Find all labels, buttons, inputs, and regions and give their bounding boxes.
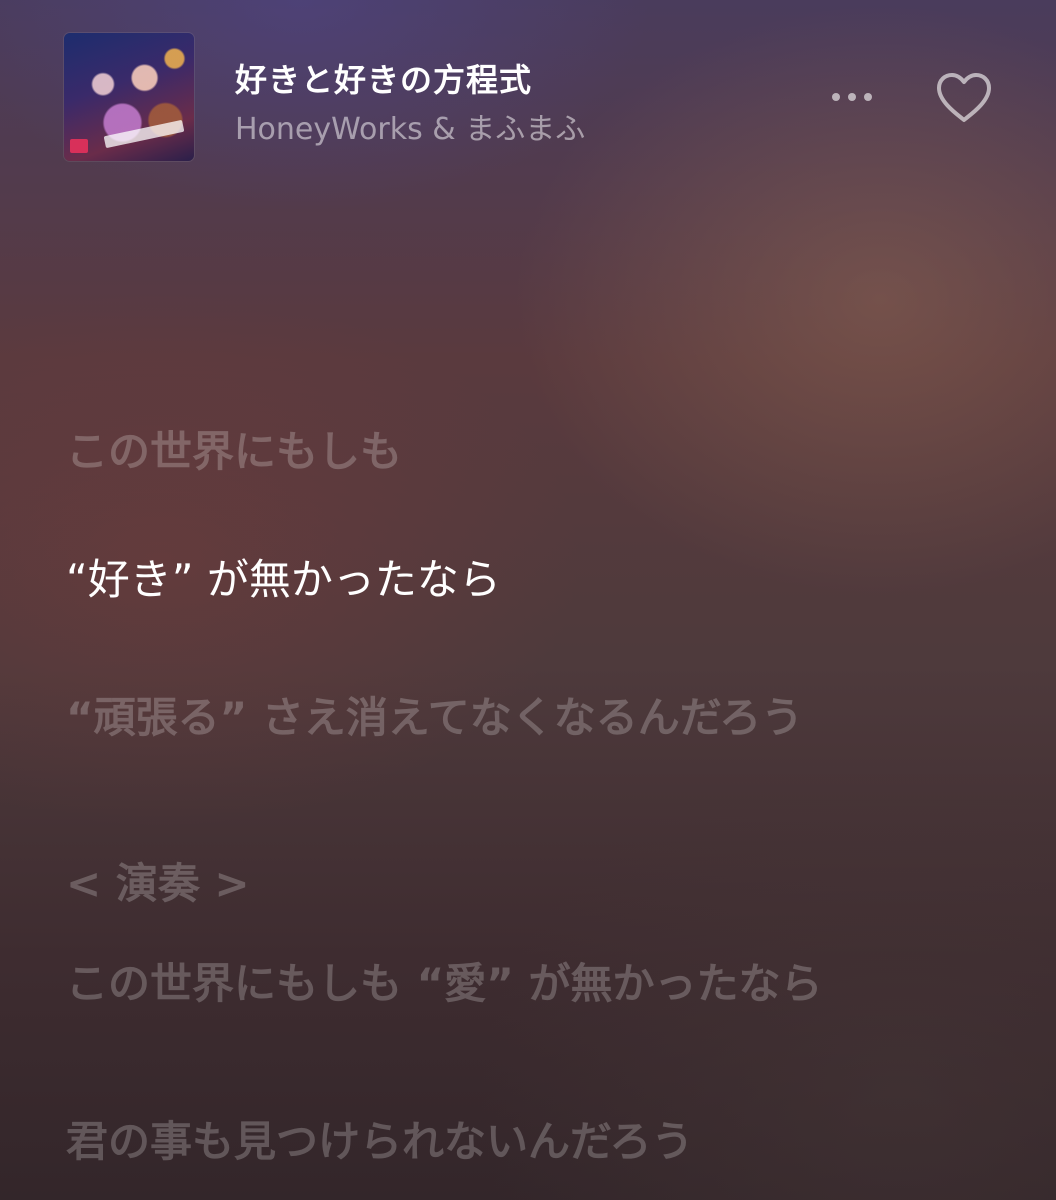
song-artist[interactable]: HoneyWorks & まふまふ xyxy=(235,104,585,148)
album-artwork[interactable] xyxy=(64,33,194,161)
lyric-line[interactable]: 君の事も見つけられないんだろう xyxy=(66,1110,866,1174)
favorite-button[interactable] xyxy=(935,72,993,124)
lyric-line[interactable]: < 演奏 > xyxy=(66,852,866,916)
now-playing-header: 好きと好きの方程式 HoneyWorks & まふまふ xyxy=(0,0,1056,190)
ellipsis-icon xyxy=(832,93,840,101)
lyric-line[interactable]: “頑張る” さえ消えてなくなるんだろう xyxy=(66,686,866,750)
artwork-badge xyxy=(70,139,88,153)
artwork-detail xyxy=(103,119,185,149)
ellipsis-icon xyxy=(864,93,872,101)
lyric-line[interactable]: この世界にもしも xyxy=(66,420,866,484)
song-title: 好きと好きの方程式 xyxy=(235,61,533,99)
heart-outline-icon xyxy=(937,73,991,122)
lyric-line-current[interactable]: “好き” が無かったなら xyxy=(66,548,866,612)
ellipsis-icon xyxy=(848,93,856,101)
lyric-line[interactable]: この世界にもしも “愛” が無かったなら xyxy=(66,952,866,1016)
more-options-button[interactable] xyxy=(820,78,884,116)
